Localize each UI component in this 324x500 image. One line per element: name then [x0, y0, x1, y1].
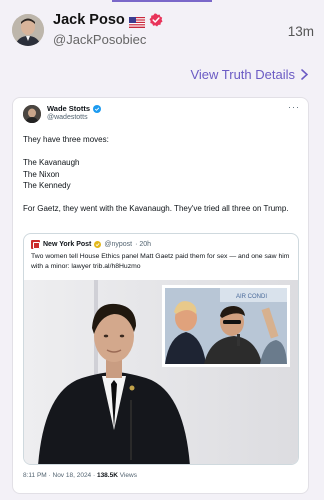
- quoted-source-name[interactable]: New York Post: [43, 241, 91, 248]
- avatar[interactable]: [12, 14, 44, 46]
- tweet-footer: 8:11 PM · Nov 18, 2024 · 138.5K Views: [23, 472, 137, 479]
- tweet-line: The Nixon: [23, 169, 60, 179]
- tweet-author-handle[interactable]: @wadestotts: [47, 114, 88, 121]
- tweet-views-label: Views: [117, 472, 137, 479]
- post-timestamp: 13m: [287, 24, 314, 39]
- quoted-header: New York Post @nypost · 20h: [31, 240, 151, 249]
- display-name[interactable]: Jack Poso: [53, 12, 125, 28]
- post-header: Jack Poso @JackPosobiec 13m View Truth D…: [0, 0, 324, 92]
- name-row: Jack Poso: [53, 12, 163, 28]
- tweet-text: They have three moves: The Kavanaugh The…: [23, 134, 301, 215]
- nypost-logo-icon: [31, 240, 40, 249]
- tweet-line: The Kennedy: [23, 181, 71, 190]
- verified-badge-icon: [149, 13, 163, 27]
- tweet-line: For Gaetz, they went with the Kavanaugh.…: [23, 204, 289, 213]
- user-handle[interactable]: @JackPosobiec: [53, 32, 146, 47]
- quoted-image[interactable]: AIR CONDI: [24, 280, 298, 464]
- tweet-author-name[interactable]: Wade Stotts: [47, 104, 90, 113]
- tweet-views-count: 138.5K: [96, 472, 118, 479]
- view-truth-details-link[interactable]: View Truth Details: [190, 67, 308, 82]
- gold-verified-icon: [94, 241, 102, 248]
- tweet-line: They have three moves:: [23, 135, 109, 144]
- tweet-author-avatar[interactable]: [23, 105, 41, 123]
- twitter-verified-icon: [93, 104, 102, 113]
- view-truth-details-label: View Truth Details: [190, 67, 295, 82]
- quoted-text: Two women tell House Ethics panel Matt G…: [31, 253, 290, 270]
- tweet-author-row: Wade Stotts: [47, 104, 102, 113]
- more-options-icon[interactable]: ···: [288, 102, 300, 112]
- tweet-line: The Kavanaugh: [23, 158, 80, 167]
- embedded-tweet-card[interactable]: Wade Stotts @wadestotts ··· They have th…: [12, 97, 309, 494]
- tweet-time-date: 8:11 PM · Nov 18, 2024 ·: [23, 472, 97, 479]
- quoted-age: · 20h: [135, 241, 152, 248]
- quoted-source-handle: @nypost: [104, 241, 133, 248]
- inset-sign-text: AIR CONDI: [236, 294, 267, 300]
- us-flag-icon: [128, 15, 145, 28]
- chevron-right-icon: [301, 69, 308, 80]
- quoted-tweet[interactable]: New York Post @nypost · 20h Two women te…: [23, 233, 299, 465]
